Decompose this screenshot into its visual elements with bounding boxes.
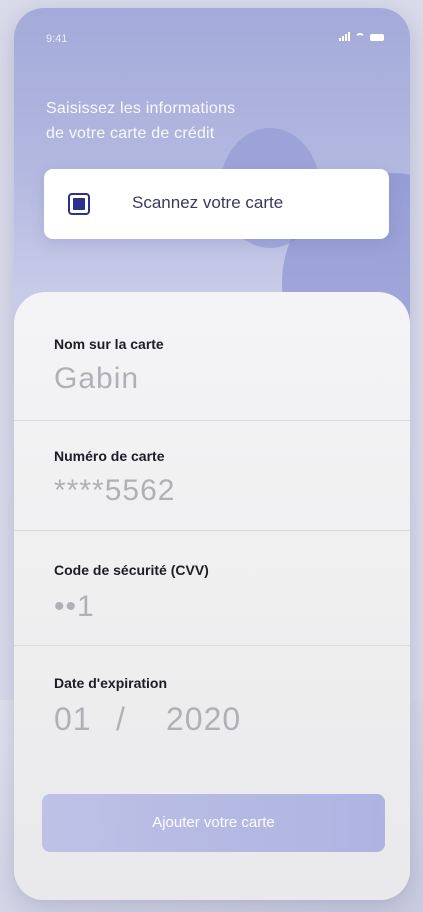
name-input[interactable]: Gabin — [54, 362, 139, 396]
page-title: Saisissez les informations de votre cart… — [46, 96, 306, 146]
title-line-1: Saisissez les informations — [46, 100, 236, 117]
card-scan-icon — [68, 193, 90, 215]
signal-icon — [339, 32, 350, 41]
expiry-label: Date d'expiration — [54, 675, 168, 691]
scan-card-label: Scannez votre carte — [132, 193, 284, 212]
expiry-separator: / — [116, 701, 126, 737]
divider — [14, 530, 410, 531]
phone-screen: 9:41 Saisissez les informations de votre… — [14, 8, 410, 900]
cvv-label: Code de sécurité (CVV) — [54, 562, 209, 578]
card-number-input[interactable]: ****5562 — [54, 474, 175, 508]
status-bar: 9:41 — [40, 30, 390, 50]
status-icons — [339, 32, 384, 41]
add-card-button[interactable]: Ajouter votre carte — [42, 794, 385, 852]
battery-icon — [370, 34, 384, 41]
expiry-year-input[interactable]: 2020 — [166, 701, 241, 738]
expiry-month-input[interactable]: 01 — [54, 701, 92, 738]
name-label: Nom sur la carte — [54, 336, 164, 352]
divider — [14, 420, 410, 421]
scan-card-button[interactable]: Scannez votre carte — [44, 169, 389, 239]
cvv-input[interactable]: ••1 — [54, 590, 95, 624]
title-line-2: de votre carte de crédit — [46, 125, 215, 142]
status-time: 9:41 — [46, 33, 68, 45]
card-number-label: Numéro de carte — [54, 448, 165, 464]
divider — [14, 645, 410, 646]
wifi-icon — [355, 33, 365, 41]
